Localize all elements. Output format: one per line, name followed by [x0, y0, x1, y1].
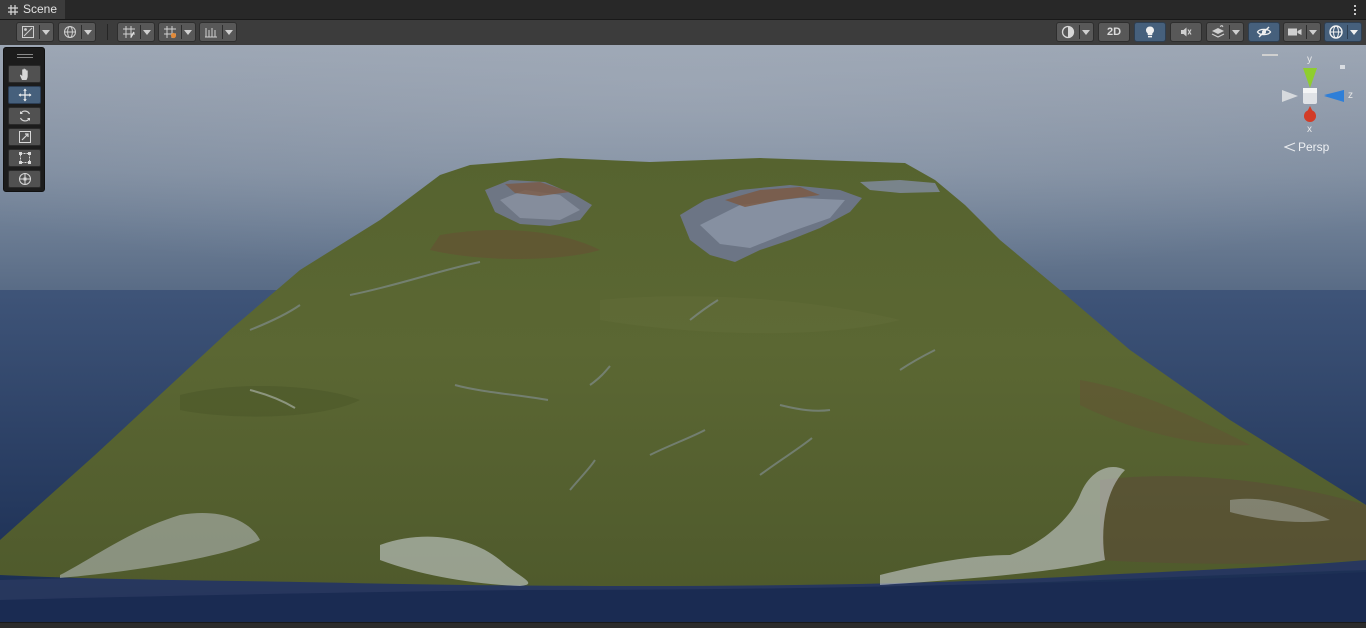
rotate-icon	[19, 110, 30, 122]
transform-icon	[18, 173, 31, 185]
shaded-draw-mode-icon	[22, 26, 34, 38]
effects-dropdown[interactable]	[1206, 22, 1244, 42]
eye-slash-icon	[1256, 26, 1272, 38]
scene-viewport[interactable]	[0, 45, 1366, 627]
render-mode-dropdown[interactable]	[1056, 22, 1094, 42]
panel-grip-handle[interactable]	[17, 54, 33, 55]
toolbar-divider	[107, 24, 108, 40]
hidden-objects-toggle-button[interactable]	[1248, 22, 1280, 42]
projection-toggle[interactable]: Persp	[1284, 140, 1329, 154]
projection-label: Persp	[1298, 140, 1330, 154]
scene-tab[interactable]: Scene	[0, 0, 66, 19]
scene-toolbar: 2D	[0, 20, 1366, 46]
grid-snapping-dropdown[interactable]	[117, 22, 155, 42]
grid-hash-icon	[8, 4, 18, 15]
scale-icon	[18, 131, 31, 143]
rect-transform-icon	[18, 152, 31, 164]
camera-dropdown[interactable]	[1283, 22, 1321, 42]
grid-snap-icon	[123, 26, 135, 38]
mute-speaker-icon	[1181, 27, 1192, 37]
transform-tool[interactable]	[8, 170, 41, 188]
scene-tab-title: Scene	[23, 2, 58, 16]
2d-label: 2D	[1106, 26, 1122, 38]
hand-tool[interactable]	[8, 65, 41, 83]
move-tool[interactable]	[8, 86, 41, 104]
gizmo-x-label: x	[1307, 124, 1312, 135]
layers-effects-icon	[1211, 25, 1225, 38]
gizmo-globe-icon	[1329, 25, 1343, 39]
2d-toggle-button[interactable]: 2D	[1098, 22, 1130, 42]
scene-tab-bar: Scene	[0, 0, 1366, 20]
perspective-icon	[1284, 142, 1296, 152]
kebab-menu-icon[interactable]	[1350, 1, 1360, 18]
gizmos-dropdown[interactable]	[1324, 22, 1362, 42]
ruler-snap-icon	[205, 28, 217, 38]
globe-icon	[64, 26, 76, 38]
draw-mode-dropdown[interactable]	[16, 22, 54, 42]
gizmo-y-label: y	[1307, 54, 1312, 65]
move-arrows-icon	[18, 88, 31, 102]
global-local-dropdown[interactable]	[58, 22, 96, 42]
rect-tool[interactable]	[8, 149, 41, 167]
terrain-render	[0, 45, 1366, 627]
viewport-bottom-border	[0, 622, 1366, 628]
lightbulb-icon	[1146, 26, 1154, 38]
increment-snap-dropdown[interactable]	[199, 22, 237, 42]
grid-visibility-icon	[164, 26, 177, 39]
hand-icon	[19, 68, 28, 80]
scale-tool[interactable]	[8, 128, 41, 146]
sphere-shading-icon	[1061, 25, 1075, 39]
rotate-tool[interactable]	[8, 107, 41, 125]
audio-toggle-button[interactable]	[1170, 22, 1202, 42]
lighting-toggle-button[interactable]	[1134, 22, 1166, 42]
gizmo-z-label: z	[1348, 90, 1353, 101]
grid-visibility-dropdown[interactable]	[158, 22, 196, 42]
scene-tools-panel	[3, 47, 45, 192]
camera-icon	[1288, 28, 1302, 36]
